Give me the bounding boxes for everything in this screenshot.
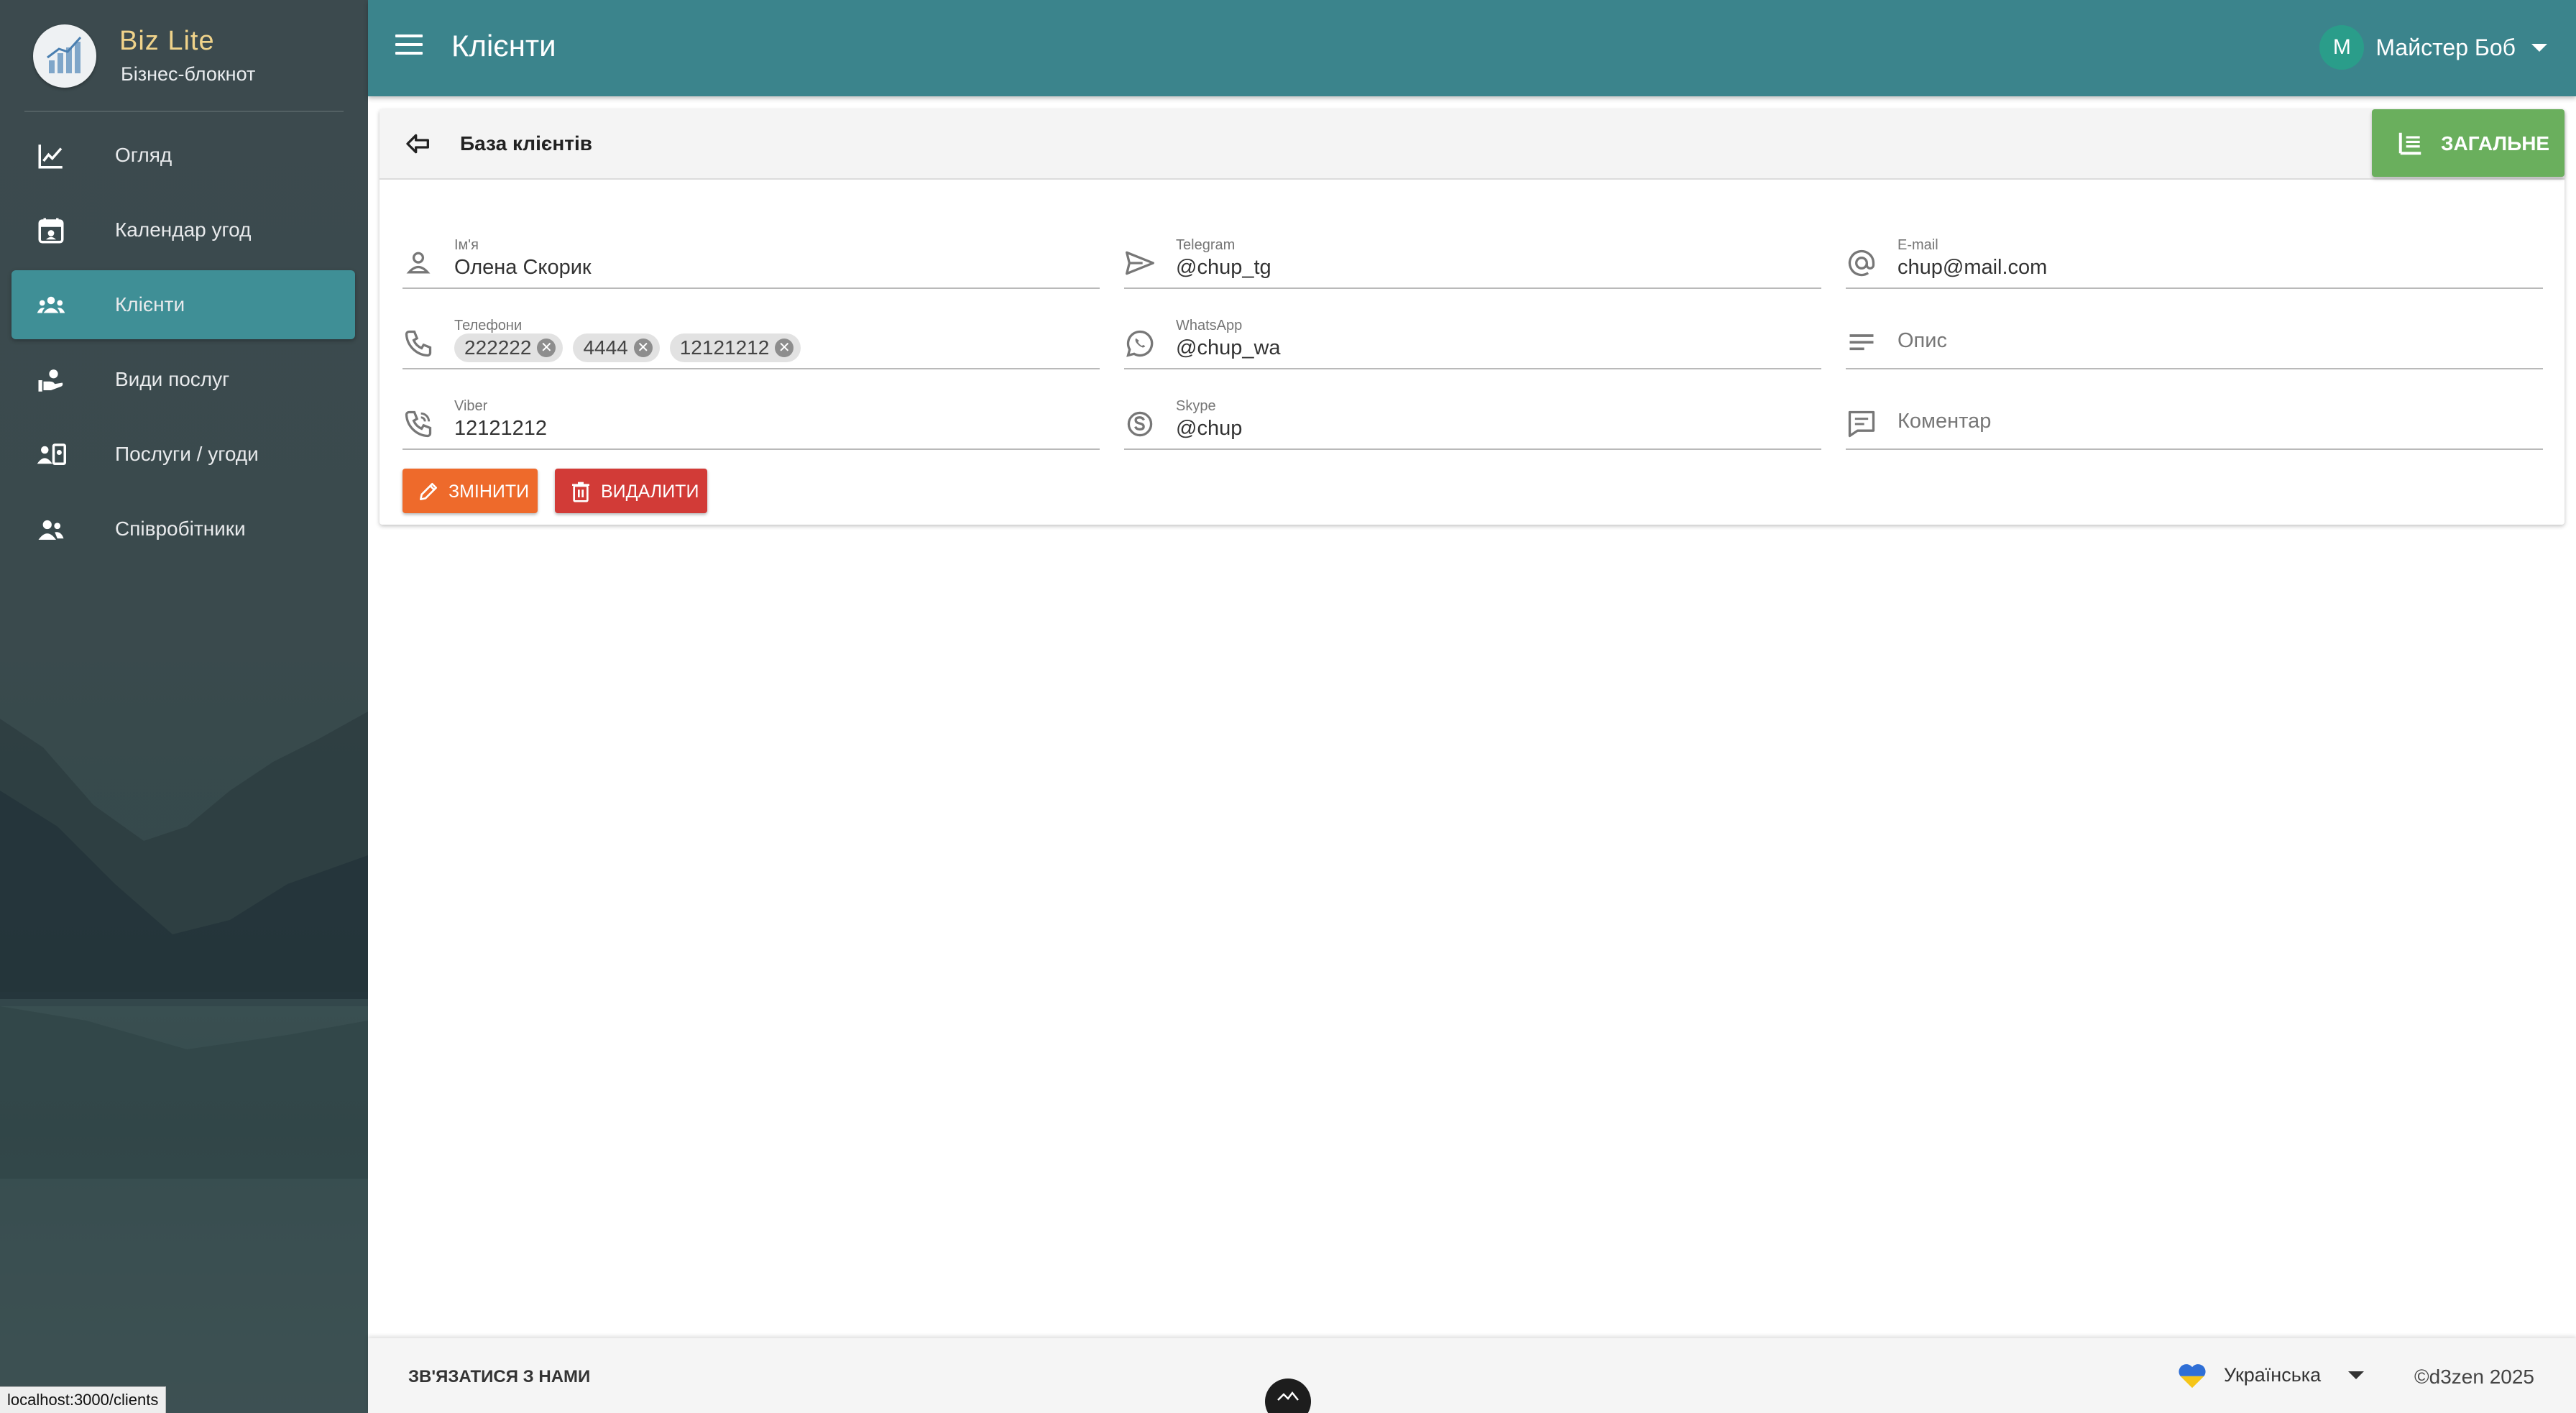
app-root: Biz Lite Бізнес-блокнот Огляд Календар у… <box>0 0 2576 1413</box>
avatar: M <box>2319 25 2365 70</box>
line-chart-icon <box>38 144 63 169</box>
phones-field[interactable]: Телефони 222222 ✕ 4444 ✕ 12121212 ✕ <box>402 296 1100 369</box>
page-title: Клієнти <box>451 29 556 63</box>
email-field-label: E-mail <box>1898 237 1938 253</box>
edit-button-label: ЗМІНИТИ <box>448 482 530 502</box>
skype-icon <box>1127 411 1153 437</box>
comment-placeholder: Коментар <box>1898 410 1992 433</box>
remove-chip-icon[interactable]: ✕ <box>775 339 794 357</box>
sidebar: Biz Lite Бізнес-блокнот Огляд Календар у… <box>0 0 368 1413</box>
delete-button[interactable]: ВИДАЛИТИ <box>555 469 707 513</box>
footer: ЗВ'ЯЗАТИСЯ З НАМИ Українська ©d3zen 2025 <box>368 1338 2576 1413</box>
viber-icon <box>405 410 432 438</box>
phone-chip: 12121212 ✕ <box>669 333 801 362</box>
edit-button[interactable]: ЗМІНИТИ <box>402 469 538 513</box>
general-button-label: ЗАГАЛЬНЕ <box>2441 132 2550 155</box>
brand-divider <box>24 111 344 112</box>
user-menu[interactable]: M Майстер Боб <box>2319 24 2547 70</box>
sidebar-item-clients[interactable]: Клієнти <box>12 270 355 339</box>
brand-subtitle: Бізнес-блокнот <box>121 63 256 85</box>
person-icon <box>406 252 431 274</box>
contact-us-link[interactable]: ЗВ'ЯЗАТИСЯ З НАМИ <box>408 1367 590 1387</box>
sidebar-item-calendar[interactable]: Календар угод <box>12 195 355 264</box>
phone-icon <box>405 330 432 357</box>
phone-chip: 4444 ✕ <box>573 333 660 362</box>
sidebar-item-label: Клієнти <box>115 293 185 316</box>
sidebar-item-label: Послуги / угоди <box>115 443 259 465</box>
remove-chip-icon[interactable]: ✕ <box>633 339 653 357</box>
at-icon <box>1848 249 1875 277</box>
sidebar-item-label: Види послуг <box>115 368 230 390</box>
menu-icon[interactable] <box>395 34 423 60</box>
viber-field[interactable]: Viber 12121212 <box>402 377 1100 450</box>
hand-person-icon <box>38 369 63 392</box>
people-icon <box>38 520 64 540</box>
sidebar-item-overview[interactable]: Огляд <box>12 121 355 190</box>
phone-chip-value: 4444 <box>583 336 628 359</box>
skype-field-label: Skype <box>1176 398 1216 414</box>
ukraine-heart-icon <box>2179 1364 2206 1389</box>
whatsapp-field[interactable]: WhatsApp @chup_wa <box>1124 296 1821 369</box>
name-field[interactable]: Ім'я Олена Скорик <box>402 216 1100 289</box>
brand[interactable]: Biz Lite Бізнес-блокнот <box>33 22 356 111</box>
card-title: База клієнтів <box>460 132 592 155</box>
browser-status-url: localhost:3000/clients <box>0 1386 167 1413</box>
comment-icon <box>1848 410 1875 438</box>
viber-field-value: 12121212 <box>454 417 548 440</box>
phone-chips: 222222 ✕ 4444 ✕ 12121212 ✕ <box>454 333 811 362</box>
card-header: База клієнтів ЗАГАЛЬНЕ <box>380 109 2564 180</box>
whatsapp-field-label: WhatsApp <box>1176 318 1243 333</box>
skype-field[interactable]: Skype @chup <box>1124 377 1821 450</box>
delete-button-label: ВИДАЛИТИ <box>601 482 699 502</box>
skype-field-value: @chup <box>1176 417 1243 440</box>
trash-icon <box>572 482 589 502</box>
calendar-icon <box>38 218 64 244</box>
sidebar-item-services-deals[interactable]: Послуги / угоди <box>12 420 355 489</box>
whatsapp-icon <box>1126 330 1154 357</box>
description-field[interactable]: Опис <box>1846 296 2543 369</box>
description-placeholder: Опис <box>1898 329 1947 352</box>
sidebar-item-label: Співробітники <box>115 517 246 540</box>
phone-chip-value: 222222 <box>464 336 532 359</box>
phone-chip-value: 12121212 <box>679 336 770 359</box>
sidebar-item-service-types[interactable]: Види послуг <box>12 345 355 414</box>
phone-chip: 222222 ✕ <box>454 333 564 362</box>
sidebar-item-label: Календар угод <box>115 218 252 241</box>
top-app-bar: Клієнти M Майстер Боб <box>368 0 2576 96</box>
copyright: ©d3zen 2025 <box>2414 1366 2534 1388</box>
mountain-logo-icon[interactable] <box>1265 1379 1311 1413</box>
pencil-icon <box>420 483 437 500</box>
brand-name: Biz Lite <box>119 26 215 56</box>
lines-icon <box>1849 334 1874 351</box>
viber-field-label: Viber <box>454 398 488 414</box>
comment-field[interactable]: Коментар <box>1846 377 2543 450</box>
back-arrow-icon[interactable] <box>402 129 434 158</box>
telegram-field-label: Telegram <box>1176 237 1236 253</box>
chevron-down-icon <box>2348 1371 2365 1379</box>
telegram-field[interactable]: Telegram @chup_tg <box>1124 216 1821 289</box>
list-icon <box>2398 132 2421 155</box>
person-card-icon <box>37 443 66 465</box>
group-icon <box>37 296 65 313</box>
language-select[interactable]: Українська <box>2176 1357 2365 1393</box>
telegram-field-value: @chup_tg <box>1176 256 1271 279</box>
name-field-label: Ім'я <box>454 237 479 253</box>
phones-field-label: Телефони <box>454 318 523 333</box>
language-name: Українська <box>2224 1363 2322 1386</box>
chevron-down-icon <box>2531 43 2547 52</box>
user-name: Майстер Боб <box>2375 34 2516 60</box>
sidebar-item-employees[interactable]: Співробітники <box>12 494 355 563</box>
brand-logo-icon <box>33 24 96 88</box>
send-icon <box>1126 251 1154 275</box>
whatsapp-field-value: @chup_wa <box>1176 336 1281 359</box>
sidebar-item-label: Огляд <box>115 144 172 166</box>
remove-chip-icon[interactable]: ✕ <box>537 339 556 357</box>
sidebar-nav: Огляд Календар угод Клієнти Види послуг … <box>12 121 355 569</box>
name-field-value: Олена Скорик <box>454 256 592 279</box>
general-button[interactable]: ЗАГАЛЬНЕ <box>2372 109 2564 177</box>
email-field-value: chup@mail.com <box>1898 256 2048 279</box>
email-field[interactable]: E-mail chup@mail.com <box>1846 216 2543 289</box>
client-card: База клієнтів ЗАГАЛЬНЕ Ім'я Олена Скорик… <box>380 109 2564 525</box>
